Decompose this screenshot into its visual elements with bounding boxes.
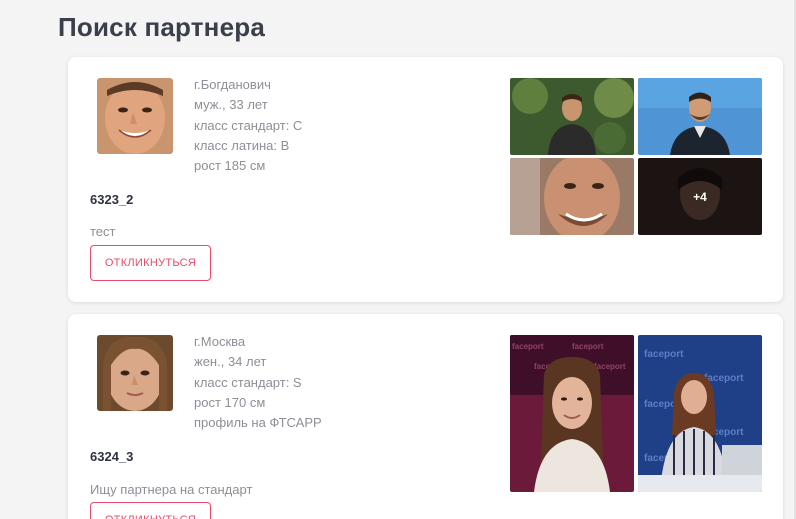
page-title: Поиск партнера (58, 12, 265, 42)
watermark-text: faceport (594, 362, 626, 371)
city: г.Богданович (194, 77, 271, 92)
gallery-photo[interactable] (638, 78, 762, 155)
partner-card: г.Богданович муж., 33 лет класс стандарт… (68, 57, 783, 302)
height: рост 170 см (194, 394, 266, 410)
partner-info: г.Москва жен., 34 лет класс стандарт: S … (194, 332, 322, 433)
avatar-photo (97, 78, 173, 154)
gallery-photo-more[interactable]: +4 (638, 158, 762, 235)
more-photos-count: +4 (693, 189, 707, 204)
avatar-photo (97, 335, 173, 411)
gallery-photo[interactable]: faceport faceport faceport faceport face… (638, 335, 762, 492)
standard-class: класс стандарт: S (194, 374, 302, 390)
partner-info: г.Богданович муж., 33 лет класс стандарт… (194, 75, 302, 176)
avatar[interactable] (97, 335, 173, 411)
card-id: 6324_3 (90, 449, 134, 464)
card-comment: тест (90, 224, 116, 239)
gallery-photo[interactable] (510, 78, 634, 155)
gallery-photo[interactable]: faceport faceport faceport faceport (510, 335, 634, 492)
respond-button[interactable]: ОТКЛИКНУТЬСЯ (90, 502, 211, 519)
height: рост 185 см (194, 158, 266, 174)
avatar[interactable] (97, 78, 173, 154)
city: г.Москва (194, 334, 246, 349)
gender-age: муж., 33 лет (194, 97, 268, 113)
profile-link[interactable]: профиль на ФТСАРР (194, 413, 322, 433)
watermark-text: faceport (512, 342, 544, 351)
card-comment: Ищу партнера на стандарт (90, 482, 253, 497)
watermark-text: faceport (644, 349, 684, 360)
card-id: 6323_2 (90, 192, 134, 207)
standard-class: класс стандарт: С (194, 117, 303, 133)
latin-class: класс латина: В (194, 137, 290, 153)
watermark-text: faceport (572, 342, 604, 351)
partner-card: г.Москва жен., 34 лет класс стандарт: S … (68, 314, 783, 519)
gender-age: жен., 34 лет (194, 354, 267, 370)
gallery-photo[interactable] (510, 158, 634, 235)
respond-button[interactable]: ОТКЛИКНУТЬСЯ (90, 245, 211, 281)
